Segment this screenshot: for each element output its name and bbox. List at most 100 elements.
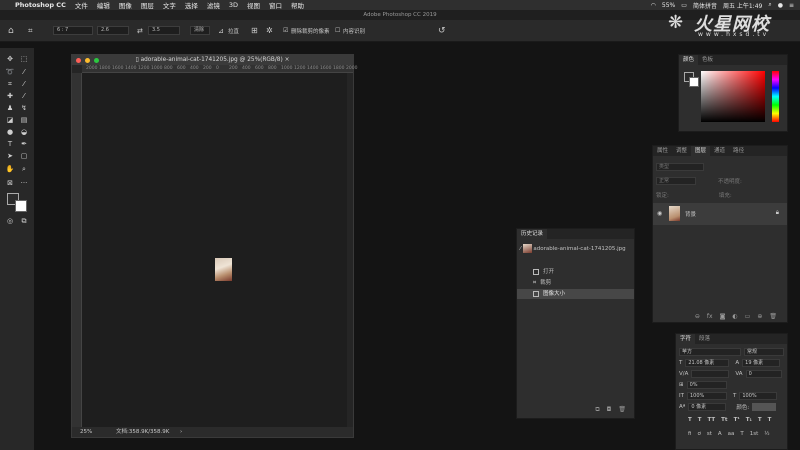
pen-icon[interactable]: ✒ [19,139,29,149]
menu-filter[interactable]: 滤镜 [207,0,220,10]
baseline-field[interactable]: 0 像素 [688,403,727,411]
tab-paragraph[interactable]: 段落 [695,334,714,344]
edit-toolbar-icon[interactable]: ⊠ [5,178,15,188]
ratio-width-field[interactable]: 6 : 7 [53,26,93,35]
status-arrow-icon[interactable]: › [180,427,182,437]
type-tool-icon[interactable]: T [5,139,15,149]
close-icon[interactable] [76,57,81,63]
settings-gear-icon[interactable]: ✲ [266,25,273,36]
input-method[interactable]: 简体拼音 [693,1,717,10]
straighten-label[interactable]: 拉直 [228,25,239,36]
faux-bold-icon[interactable]: T [688,417,692,423]
horizontal-ruler[interactable]: 2000 1800 1600 1400 1200 1000 800 600 400 200 0 200… [82,65,357,73]
delete-cropped-checkbox[interactable]: ☑ [283,25,288,36]
lasso-tool-icon[interactable]: ➰ [5,67,15,77]
quick-select-icon[interactable]: ⁄ [19,67,29,77]
notification-icon[interactable]: ≡ [789,2,794,9]
menu-file[interactable]: 文件 [75,0,88,10]
content-aware-checkbox[interactable]: ☐ [335,25,340,36]
titling-icon[interactable]: aa [728,431,735,437]
tab-color[interactable]: 颜色 [679,55,699,65]
menu-window[interactable]: 窗口 [269,0,282,10]
layer-kind-filter[interactable]: 类型 [656,163,704,171]
link-layers-icon[interactable]: ⊖ [695,313,700,320]
fx-icon[interactable]: fx [707,313,713,320]
leading-field[interactable]: 19 像素 [742,359,781,367]
tab-swatches[interactable]: 色板 [698,55,717,65]
tab-channels[interactable]: 通道 [710,146,729,156]
clear-button[interactable]: 清除 [190,26,210,35]
history-snapshot[interactable]: ⁄ adorable-animal-cat-1741205.jpg [517,242,634,256]
menu-type[interactable]: 文字 [163,0,176,10]
hscale-field[interactable]: 100% [686,392,727,400]
menu-select[interactable]: 选择 [185,0,198,10]
kerning-field[interactable] [691,370,730,378]
strikethrough-icon[interactable]: T [768,417,772,423]
history-step-open[interactable]: 打开 [517,267,634,277]
tab-adjustments[interactable]: 调整 [672,146,691,156]
oldstyle-icon[interactable]: ơ [697,431,700,437]
quick-mask-icon[interactable]: ◎ [5,216,15,226]
zoom-icon[interactable]: ⌕ [19,164,29,174]
ordinal-icon[interactable]: T [740,431,743,437]
more-tools-icon[interactable]: ··· [19,178,29,188]
text-color-swatch[interactable] [752,403,777,411]
superscript-icon[interactable]: T¹ [734,417,740,423]
marquee-tool-icon[interactable]: ⬚ [19,54,29,64]
subscript-icon[interactable]: T₁ [746,417,752,423]
history-brush-icon[interactable]: ↯ [19,103,29,113]
tab-layers[interactable]: 图层 [691,146,711,156]
history-step-image-size[interactable]: 图像大小 [517,289,634,299]
fraction-icon[interactable]: 1st [750,431,759,437]
move-tool-icon[interactable]: ✥ [5,54,15,64]
path-select-icon[interactable]: ➤ [5,151,15,161]
brush-icon[interactable]: ⁄ [19,91,29,101]
swap-icon[interactable]: ⇄ [137,25,143,36]
menu-app[interactable]: Photoshop CC [15,1,66,9]
swash-icon[interactable]: st [707,431,712,437]
fraction2-icon[interactable]: ½ [764,431,769,437]
canvas-area[interactable] [82,73,347,427]
color-field[interactable] [701,71,765,122]
alternates-icon[interactable]: A [718,431,722,437]
visibility-eye-icon[interactable]: ◉ [657,210,662,217]
vscale2-field[interactable]: 100% [739,392,778,400]
menu-image[interactable]: 图像 [119,0,132,10]
hand-icon[interactable]: ✋ [5,164,15,174]
dodge-icon[interactable]: ◒ [19,127,29,137]
history-step-crop[interactable]: ⌗ 裁剪 [517,278,634,288]
shape-icon[interactable]: ▢ [19,151,29,161]
layer-row-background[interactable]: ◉ 背景 🔒︎ [653,203,787,225]
all-caps-icon[interactable]: TT [708,417,716,423]
menu-view[interactable]: 视图 [247,0,260,10]
layer-name[interactable]: 背景 [685,210,696,218]
menu-help[interactable]: 帮助 [291,0,304,10]
small-caps-icon[interactable]: Tt [721,417,727,423]
ratio-height-field[interactable]: 2.6 [97,26,129,35]
new-doc-from-state-icon[interactable]: ⧉ [595,406,599,414]
font-family-select[interactable]: 苹方 [679,348,741,356]
gradient-icon[interactable]: ▤ [19,115,29,125]
blur-icon[interactable]: ● [5,127,15,137]
new-layer-icon[interactable]: ⊕ [757,313,762,320]
stamp-icon[interactable]: ♟ [5,103,15,113]
hue-slider[interactable] [772,71,779,122]
crop-icon[interactable]: ⌗ [5,79,15,89]
font-size-field[interactable]: 21.08 像素 [685,359,730,367]
document-close-icon[interactable]: × [283,57,290,63]
delete-state-icon[interactable]: 🗑︎ [618,406,626,414]
document-title-bar[interactable]: ▯ adorable-animal-cat-1741205.jpg @ 25%(… [72,55,353,65]
screen-mode-icon[interactable]: ⧉ [19,216,29,226]
blend-mode-select[interactable]: 正常 [656,177,696,185]
history-title[interactable]: 历史记录 [517,229,548,239]
siri-icon[interactable]: ● [778,2,783,9]
adjustment-layer-icon[interactable]: ◐ [732,313,737,320]
menu-layer[interactable]: 图层 [141,0,154,10]
third-field[interactable]: 3.5 [148,26,180,35]
zoom-level[interactable]: 25% [80,427,92,437]
menu-3d[interactable]: 3D [229,1,238,9]
add-mask-icon[interactable]: ◙ [720,313,726,320]
straighten-icon[interactable]: ⊿ [218,25,224,36]
home-icon[interactable]: ⌂ [8,25,14,36]
faux-italic-icon[interactable]: T [698,417,702,423]
